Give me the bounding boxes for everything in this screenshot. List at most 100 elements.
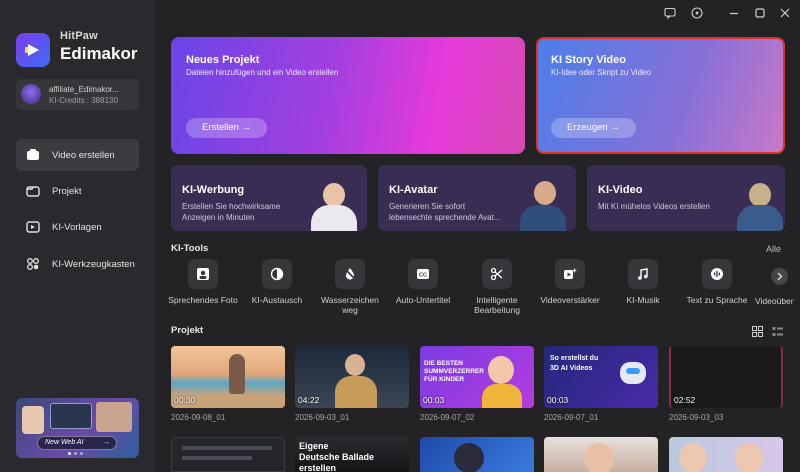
watermark-remove-icon (343, 267, 357, 281)
tools-scroll-right-button[interactable] (771, 268, 788, 285)
ki-video-card[interactable]: KI-Video Mit KI mühelos Videos erstellen (587, 165, 785, 231)
project-duration: 02:52 (674, 395, 696, 405)
project-thumbnail[interactable]: 04:22 (295, 346, 409, 408)
project-duration: 04:22 (298, 395, 320, 405)
nav-label: KI-Vorlagen (52, 221, 102, 233)
smart-edit-icon (490, 267, 503, 281)
project-date: 2026-09-07_02 (420, 413, 475, 422)
feedback-icon[interactable] (664, 7, 676, 19)
create-button[interactable]: Erstellen → (186, 118, 268, 138)
ki-avatar-card[interactable]: KI-Avatar Generieren Sie sofort lebensec… (378, 165, 576, 231)
nav-projekt[interactable]: Projekt (16, 175, 139, 207)
promo-banner[interactable]: New Web AI → (16, 398, 139, 458)
music-icon (638, 268, 648, 280)
new-project-card[interactable]: Neues Projekt Dateien hinzufügen und ein… (171, 37, 525, 154)
brand-top: HitPaw (60, 30, 98, 42)
talking-photo-icon (197, 268, 209, 280)
video-create-icon (27, 149, 39, 160)
promo-thumb (50, 403, 92, 429)
tool-watermark-remove[interactable]: Wasserzeichen weg (315, 259, 385, 315)
thumbnail-banner: So erstellst du 3D AI Videos (550, 355, 599, 372)
tool-label: Wasserzeichen weg (321, 295, 379, 315)
folder-icon (26, 186, 40, 197)
nav-video-erstellen[interactable]: Video erstellen (16, 139, 139, 171)
nav-label: Video erstellen (52, 149, 115, 161)
project-duration: 00:03 (547, 395, 569, 405)
ki-story-video-card[interactable]: KI Story Video KI-Idee oder Skript zu Vi… (536, 37, 785, 154)
project-thumbnail[interactable] (669, 437, 783, 472)
card-title: Neues Projekt (186, 54, 260, 66)
nav-ki-vorlagen[interactable]: KI-Vorlagen (16, 211, 139, 243)
tool-enhancer[interactable]: Videoverstärker (535, 259, 605, 305)
thumbnail-banner: DIE BESTEN SUMMVERZERRER FÜR KINDER (424, 360, 484, 383)
logo-play-icon (25, 44, 39, 56)
project-date: 2026-09-03_01 (295, 413, 350, 422)
brand-main: Edimakor (60, 44, 138, 63)
svg-text:CC: CC (419, 273, 427, 279)
ki-tools-title: KI-Tools (171, 243, 209, 254)
tts-icon (711, 268, 723, 280)
carousel-dots (68, 452, 83, 455)
template-icon (26, 221, 40, 233)
tool-face-swap[interactable]: KI-Austausch (242, 259, 312, 305)
card-subtitle: Generieren Sie sofort lebensechte sprech… (389, 202, 501, 222)
project-thumbnail[interactable]: DIE BESTEN SUMMVERZERRER FÜR KINDER 00:0… (420, 346, 534, 408)
project-thumbnail[interactable] (544, 437, 658, 472)
account-name: affiliate_Edimakor... (49, 85, 119, 94)
brand: HitPaw Edimakor (60, 30, 137, 64)
projects-title: Projekt (171, 325, 204, 336)
project-thumbnail[interactable]: 00:30 (171, 346, 285, 408)
promo-pill-label: New Web AI (45, 439, 84, 446)
nav-label: KI-Werkzeugkasten (52, 258, 135, 270)
project-duration: 00:30 (174, 395, 196, 405)
card-title: KI-Avatar (389, 184, 438, 196)
tool-label: Intelligente Bearbeitung (474, 295, 520, 315)
promo-thumb (22, 406, 44, 434)
project-thumbnail[interactable] (171, 437, 285, 472)
card-title: KI-Video (598, 184, 643, 196)
account-panel[interactable]: affiliate_Edimakor... KI-Credits : 38813… (16, 79, 139, 110)
project-date: 2026-09-07_01 (544, 413, 599, 422)
project-thumbnail[interactable] (420, 437, 534, 472)
toolbox-icon (27, 258, 39, 270)
card-subtitle: Dateien hinzufügen und ein Video erstell… (186, 68, 339, 77)
close-icon[interactable] (779, 7, 791, 19)
tool-talking-photo[interactable]: Sprechendes Foto (168, 259, 238, 305)
list-view-icon[interactable] (772, 326, 783, 337)
nav-ki-werkzeugkasten[interactable]: KI-Werkzeugkasten (16, 248, 139, 280)
card-title: KI Story Video (551, 54, 626, 66)
tool-auto-subtitle[interactable]: CC Auto-Untertitel (388, 259, 458, 305)
tool-label: Auto-Untertitel (395, 295, 451, 305)
tool-music[interactable]: KI-Musik (608, 259, 678, 305)
project-thumbnail[interactable]: 02:52 (669, 346, 783, 408)
maximize-icon[interactable] (754, 7, 766, 19)
app-logo (16, 33, 50, 67)
ki-werbung-card[interactable]: KI-Werbung Erstellen Sie hochwirksame An… (171, 165, 367, 231)
enhancer-icon (564, 268, 577, 279)
grid-view-icon[interactable] (752, 326, 763, 337)
minimize-icon[interactable] (728, 7, 740, 19)
person-silhouette (229, 354, 245, 394)
tool-tts[interactable]: Text zu Sprache (682, 259, 752, 305)
tool-label: KI-Musik (626, 295, 660, 305)
tool-label: KI-Austausch (251, 295, 303, 305)
painting-illustration (733, 173, 783, 231)
all-tools-link[interactable]: Alle (766, 244, 781, 254)
arrow-right-icon: → (103, 439, 110, 446)
card-title: KI-Werbung (182, 184, 245, 196)
card-subtitle: Mit KI mühelos Videos erstellen (598, 202, 710, 211)
project-thumbnail[interactable]: Eigene Deutsche Ballade erstellen (295, 437, 409, 472)
card-subtitle: Erstellen Sie hochwirksame Anzeigen in M… (182, 202, 281, 222)
promo-pill[interactable]: New Web AI → (37, 436, 117, 450)
promo-thumb (96, 402, 132, 432)
help-icon[interactable] (691, 7, 703, 19)
project-thumbnail[interactable]: So erstellst du 3D AI Videos 00:03 (544, 346, 658, 408)
tool-label: Text zu Sprache (686, 295, 748, 305)
avatar-illustration (510, 173, 574, 231)
generate-button[interactable]: Erzeugen → (551, 118, 636, 138)
tool-smart-edit[interactable]: Intelligente Bearbeitung (462, 259, 532, 315)
tool-label: Videoverstärker (540, 295, 600, 305)
project-duration: 00:03 (423, 395, 445, 405)
chevron-right-icon (777, 272, 783, 281)
tool-label: Videoüber (755, 296, 794, 306)
